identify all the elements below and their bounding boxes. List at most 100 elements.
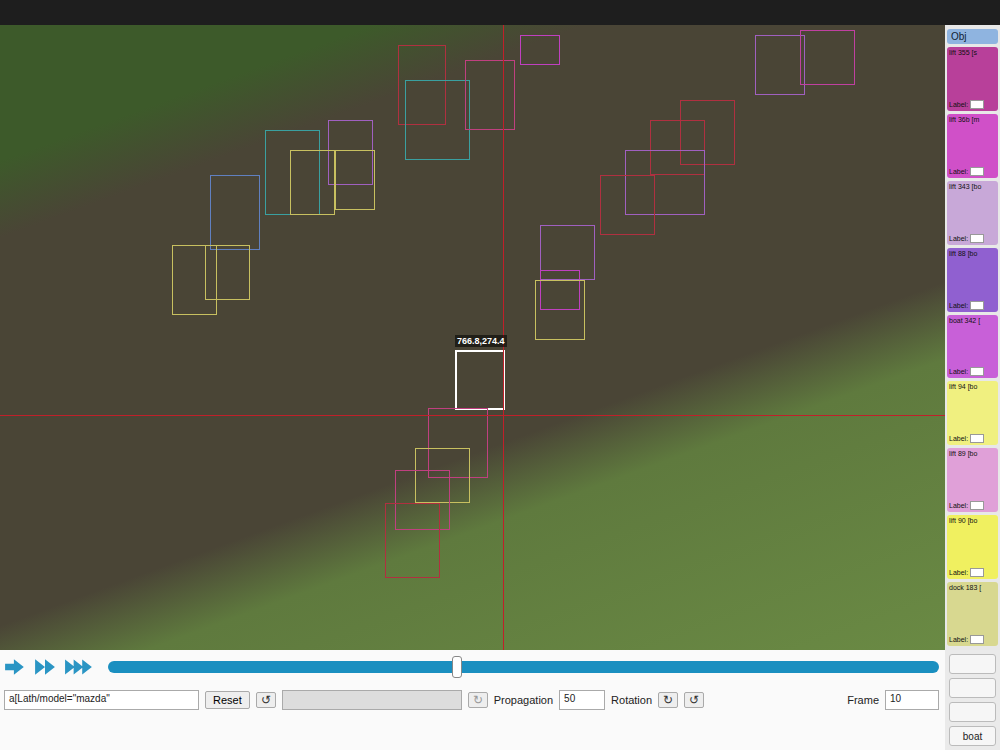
label-caption: Label: [949, 235, 968, 242]
side-button[interactable] [949, 654, 996, 674]
object-card[interactable]: lift 94 [bo Label: [947, 381, 998, 445]
title-bar [0, 0, 1000, 25]
bounding-box[interactable] [600, 175, 655, 235]
play-icon[interactable] [4, 658, 26, 676]
object-title: dock 183 [ [949, 584, 996, 591]
object-title: lift 94 [bo [949, 383, 996, 390]
side-button[interactable] [949, 702, 996, 722]
main-area: 766.8,274.4Objlift 355 [sLabel:lift 36b … [0, 25, 1000, 650]
object-card[interactable]: lift 36b [m Label: [947, 114, 998, 178]
label-caption: Label: [949, 101, 968, 108]
annotation-tool: 766.8,274.4Objlift 355 [sLabel:lift 36b … [0, 0, 1000, 750]
rotate-right-button[interactable]: ↻ [658, 692, 678, 708]
propagation-field[interactable]: 50 [559, 690, 605, 710]
label-caption: Label: [949, 368, 968, 375]
label-field[interactable] [970, 367, 984, 376]
side-button[interactable] [949, 678, 996, 698]
label-field[interactable] [970, 301, 984, 310]
label-caption: Label: [949, 435, 968, 442]
label-row: Label: [949, 167, 996, 176]
bounding-box[interactable] [540, 270, 580, 310]
crosshair-horizontal [0, 415, 945, 416]
bounding-box[interactable] [800, 30, 855, 85]
label-row: Label: [949, 234, 996, 243]
bounding-box[interactable] [428, 408, 488, 478]
label-field[interactable] [970, 568, 984, 577]
bounding-box[interactable] [520, 35, 560, 65]
label-row: Label: [949, 501, 996, 510]
label-row: Label: [949, 635, 996, 644]
label-row: Label: [949, 301, 996, 310]
rotation-label: Rotation [611, 694, 652, 706]
label-row: Label: [949, 434, 996, 443]
label-row: Label: [949, 568, 996, 577]
bounding-box[interactable] [540, 225, 595, 280]
bounding-box[interactable] [405, 80, 470, 160]
panel-header: Obj [947, 29, 998, 44]
bounding-box[interactable] [465, 60, 515, 130]
toolbar-row: a[Lath/model="mazda" Reset ↺ ↻ Propagation 50… [4, 690, 939, 710]
reset-button[interactable]: Reset [205, 691, 250, 709]
label-caption: Label: [949, 569, 968, 576]
object-title: boat 342 [ [949, 317, 996, 324]
side-button[interactable]: boat [949, 726, 996, 746]
bottom-bar: a[Lath/model="mazda" Reset ↺ ↻ Propagation 50… [0, 650, 1000, 750]
object-card[interactable]: lift 90 [bo Label: [947, 515, 998, 579]
box-coordinates: 766.8,274.4 [455, 335, 507, 347]
propagation-label: Propagation [494, 694, 553, 706]
object-card[interactable]: lift 89 [bo Label: [947, 448, 998, 512]
fastest-forward-icon[interactable] [64, 658, 94, 676]
object-title: lift 89 [bo [949, 450, 996, 457]
object-card[interactable]: lift 355 [s Label: [947, 47, 998, 111]
rotate-left-button[interactable]: ↺ [684, 692, 704, 708]
playback-row [4, 658, 939, 676]
object-title: lift 36b [m [949, 116, 996, 123]
frame-field[interactable]: 10 [885, 690, 939, 710]
fast-forward-icon[interactable] [34, 658, 56, 676]
controls: a[Lath/model="mazda" Reset ↺ ↻ Propagation 50… [0, 650, 945, 750]
query-field[interactable]: a[Lath/model="mazda" [4, 690, 199, 710]
object-title: lift 90 [bo [949, 517, 996, 524]
label-row: Label: [949, 100, 996, 109]
label-row: Label: [949, 367, 996, 376]
bounding-box[interactable] [535, 280, 585, 340]
label-caption: Label: [949, 636, 968, 643]
bounding-box[interactable] [205, 245, 250, 300]
video-canvas[interactable]: 766.8,274.4 [0, 25, 945, 650]
object-title: lift 343 [bo [949, 183, 996, 190]
undo-button[interactable]: ↺ [256, 692, 276, 708]
bounding-box[interactable] [335, 150, 375, 210]
bounding-box[interactable] [625, 150, 705, 215]
label-field[interactable] [970, 501, 984, 510]
object-card[interactable]: dock 183 [ Label: [947, 582, 998, 646]
timeline-slider[interactable] [108, 661, 939, 673]
object-title: lift 88 [bo [949, 250, 996, 257]
bounding-box[interactable] [385, 503, 440, 578]
label-field[interactable] [970, 635, 984, 644]
bounding-box[interactable] [650, 120, 705, 175]
bounding-box[interactable] [395, 470, 450, 530]
object-card[interactable]: lift 343 [bo Label: [947, 181, 998, 245]
object-title: lift 355 [s [949, 49, 996, 56]
bounding-box[interactable] [210, 175, 260, 250]
bounding-box[interactable] [455, 350, 505, 410]
label-caption: Label: [949, 502, 968, 509]
label-caption: Label: [949, 302, 968, 309]
bounding-box[interactable] [680, 100, 735, 165]
bounding-box[interactable] [290, 150, 335, 215]
slider-thumb[interactable] [452, 656, 462, 678]
label-caption: Label: [949, 168, 968, 175]
label-field[interactable] [970, 100, 984, 109]
label-field[interactable] [970, 167, 984, 176]
label-field[interactable] [970, 434, 984, 443]
label-field[interactable] [970, 234, 984, 243]
disabled-field [282, 690, 462, 710]
bounding-box[interactable] [415, 448, 470, 503]
side-buttons: boat [945, 650, 1000, 750]
object-panel: Objlift 355 [sLabel:lift 36b [mLabel:lif… [945, 25, 1000, 650]
object-card[interactable]: lift 88 [bo Label: [947, 248, 998, 312]
bounding-box[interactable] [172, 245, 217, 315]
bounding-box[interactable] [755, 35, 805, 95]
object-card[interactable]: boat 342 [ Label: [947, 315, 998, 379]
bounding-box[interactable] [265, 130, 320, 215]
